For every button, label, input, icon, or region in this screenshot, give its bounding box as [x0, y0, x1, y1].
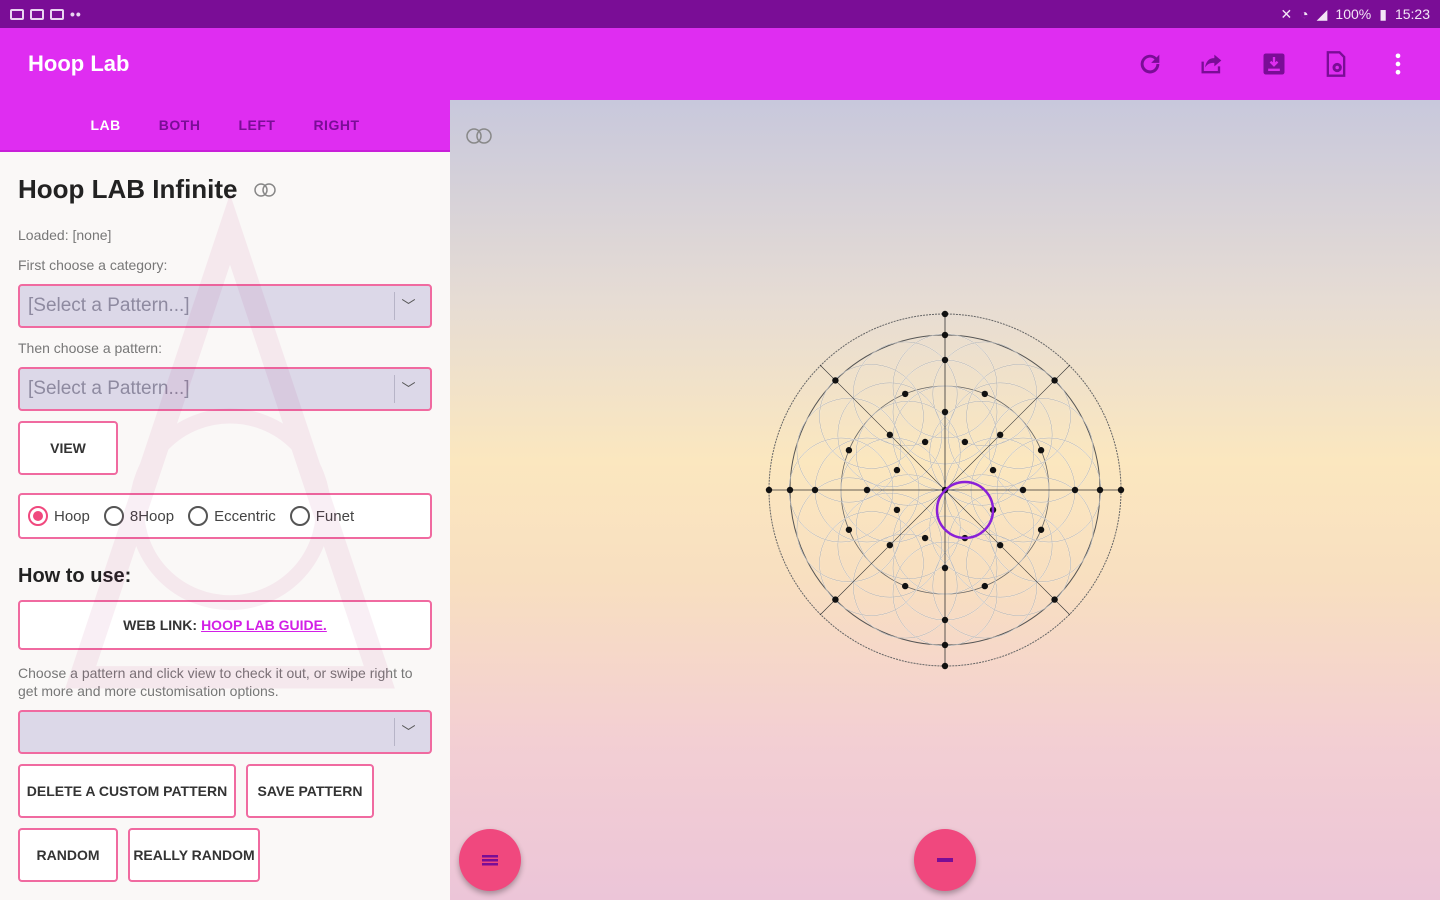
signal-icon: ◢ — [1316, 5, 1328, 22]
node-dot — [902, 390, 909, 398]
wifi-icon: ◔ — [1300, 6, 1309, 22]
node-dot — [1037, 526, 1045, 533]
node-dot — [886, 431, 894, 439]
node-dot — [941, 408, 949, 416]
more-vert-icon[interactable] — [1384, 50, 1412, 78]
node-dot — [1019, 486, 1027, 494]
video-icon — [30, 8, 44, 20]
node-dot — [893, 466, 901, 474]
node-dot — [981, 390, 988, 398]
delete-custom-pattern-button[interactable]: DELETE A CUSTOM PATTERN — [18, 764, 236, 818]
node-dot — [989, 466, 997, 474]
refresh-icon[interactable] — [1136, 50, 1164, 78]
node-dot — [832, 596, 839, 603]
node-dot — [981, 582, 988, 590]
node-dot — [786, 486, 794, 494]
app-bar: Hoop Lab — [0, 28, 1440, 100]
mute-icon: ✕ — [1280, 5, 1293, 22]
node-dot — [941, 616, 949, 624]
node-dot — [941, 662, 949, 670]
infinity-link-icon[interactable] — [464, 127, 494, 145]
more-notifications-icon: •• — [70, 6, 82, 22]
tab-lab[interactable]: LAB — [90, 117, 120, 133]
status-bar: •• ✕ ◔ ◢ 100% ▮ 15:23 — [0, 0, 1440, 28]
node-dot — [941, 641, 949, 649]
save-pattern-button[interactable]: SAVE PATTERN — [246, 764, 374, 818]
node-dot — [902, 582, 909, 590]
hoop-pattern-diagram — [765, 310, 1125, 670]
pattern-canvas[interactable] — [450, 100, 1440, 900]
really-random-button[interactable]: REALLY RANDOM — [128, 828, 260, 882]
minus-icon — [937, 858, 953, 862]
node-dot — [845, 447, 853, 454]
node-dot — [845, 526, 853, 533]
node-dot — [893, 506, 901, 514]
app-title: Hoop Lab — [28, 51, 130, 76]
status-notifications: •• — [10, 6, 82, 22]
node-dot — [832, 377, 839, 384]
node-dot — [1051, 377, 1058, 384]
left-panel: LAB BOTH LEFT RIGHT Hoop LAB Infinite Lo… — [0, 100, 450, 900]
tab-bar: LAB BOTH LEFT RIGHT — [0, 100, 450, 152]
node-dot — [941, 356, 949, 364]
node-dot — [1051, 596, 1058, 603]
clock: 15:23 — [1394, 6, 1430, 22]
random-button[interactable]: RANDOM — [18, 828, 118, 882]
node-dot — [811, 486, 819, 494]
tab-right[interactable]: RIGHT — [313, 117, 359, 133]
status-system: ✕ ◔ ◢ 100% ▮ 15:23 — [1280, 6, 1430, 23]
node-dot — [921, 534, 929, 542]
node-dot — [941, 310, 949, 318]
node-dot — [941, 331, 949, 339]
node-dot — [996, 431, 1004, 439]
gallery-icon — [10, 8, 24, 20]
battery-icon: ▮ — [1379, 5, 1387, 22]
menu-fab[interactable] — [459, 829, 521, 891]
node-dot — [1071, 486, 1079, 494]
video-icon — [50, 8, 64, 20]
tab-left[interactable]: LEFT — [238, 117, 275, 133]
node-dot — [1096, 486, 1104, 494]
tab-both[interactable]: BOTH — [159, 117, 201, 133]
node-dot — [765, 486, 773, 494]
node-dot — [921, 438, 929, 446]
node-dot — [996, 541, 1004, 549]
lab-content: Hoop LAB Infinite Loaded: [none] First c… — [0, 152, 450, 882]
menu-icon — [482, 855, 498, 866]
node-dot — [863, 486, 871, 494]
settings-file-icon[interactable] — [1322, 50, 1350, 78]
node-dot — [886, 541, 894, 549]
node-dot — [1037, 447, 1045, 454]
app-actions — [1136, 50, 1412, 78]
node-dot — [941, 564, 949, 572]
download-icon[interactable] — [1260, 50, 1288, 78]
share-icon[interactable] — [1198, 50, 1226, 78]
node-dot — [1117, 486, 1125, 494]
battery-percent: 100% — [1335, 6, 1372, 22]
watermark-graphic — [65, 193, 395, 689]
node-dot — [961, 438, 969, 446]
play-fab[interactable] — [914, 829, 976, 891]
